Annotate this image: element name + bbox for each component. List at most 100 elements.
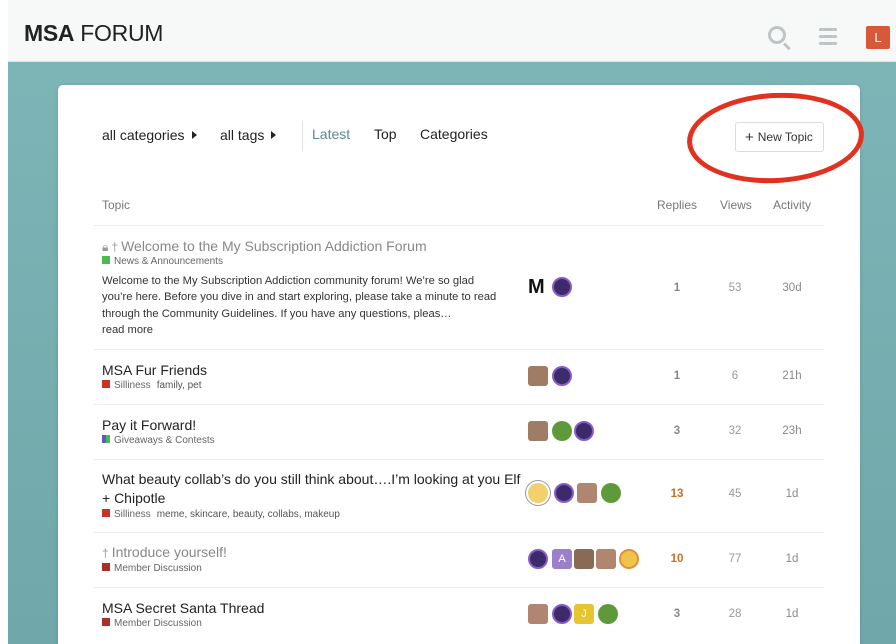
caret-right-icon xyxy=(191,131,197,139)
tab-latest[interactable]: Latest xyxy=(312,126,350,142)
user-avatar[interactable]: L xyxy=(866,26,890,49)
header-replies[interactable]: Replies xyxy=(657,198,697,212)
category-color-badge xyxy=(102,563,110,571)
topic-category[interactable]: Member Discussion xyxy=(102,618,202,629)
topic-tags[interactable]: meme, skincare, beauty, collabs, makeup xyxy=(157,509,340,520)
category-label: Silliness xyxy=(114,380,151,391)
avatar[interactable] xyxy=(574,421,594,441)
avatar[interactable] xyxy=(574,549,594,569)
category-label: News & Announcements xyxy=(114,256,223,267)
header-views[interactable]: Views xyxy=(720,198,752,212)
topic-category[interactable]: News & Announcements xyxy=(102,256,223,267)
pin-icon: † xyxy=(102,546,109,560)
logo-bold: MSA xyxy=(24,20,75,46)
avatar[interactable]: J xyxy=(574,604,594,624)
avatar[interactable] xyxy=(577,483,597,503)
tags-dropdown[interactable]: all tags xyxy=(220,127,277,143)
topic-category[interactable]: Silliness meme, skincare, beauty, collabs… xyxy=(102,509,340,520)
topic-tags[interactable]: family, pet xyxy=(157,380,202,391)
avatar[interactable] xyxy=(552,604,572,624)
avatar[interactable] xyxy=(552,366,572,386)
avatar[interactable] xyxy=(528,549,548,569)
category-color-badge xyxy=(102,380,110,388)
activity-time[interactable]: 30d xyxy=(772,282,812,294)
topic-title[interactable]: † Introduce yourself! xyxy=(102,543,522,563)
avatar[interactable] xyxy=(554,483,574,503)
avatar[interactable] xyxy=(598,604,618,624)
views-count: 45 xyxy=(728,488,742,500)
hamburger-menu-icon[interactable] xyxy=(819,28,837,49)
activity-time[interactable]: 1d xyxy=(772,553,812,565)
topic-title-text: Welcome to the My Subscription Addiction… xyxy=(121,238,427,254)
avatar[interactable] xyxy=(601,483,621,503)
activity-time[interactable]: 1d xyxy=(772,608,812,620)
categories-dropdown[interactable]: all categories xyxy=(102,127,197,143)
tab-top[interactable]: Top xyxy=(374,126,397,142)
topic-title[interactable]: What beauty collab’s do you still think … xyxy=(102,470,522,508)
divider xyxy=(94,349,824,350)
avatar[interactable] xyxy=(528,421,548,441)
topic-title-text: Introduce yourself! xyxy=(111,544,227,560)
avatar[interactable] xyxy=(619,549,639,569)
tags-dropdown-label: all tags xyxy=(220,127,265,143)
new-topic-button[interactable]: + New Topic xyxy=(735,122,824,152)
category-color-badge xyxy=(102,256,110,264)
avatar[interactable] xyxy=(528,604,548,624)
replies-count[interactable]: 1 xyxy=(657,370,697,382)
replies-count[interactable]: 10 xyxy=(657,553,697,565)
topic-title[interactable]: Pay it Forward! xyxy=(102,416,522,435)
category-color-badge xyxy=(102,509,110,517)
left-edge xyxy=(0,0,8,644)
divider xyxy=(94,587,824,588)
avatar[interactable] xyxy=(596,549,616,569)
divider xyxy=(94,532,824,533)
activity-time[interactable]: 23h xyxy=(772,425,812,437)
replies-count[interactable]: 1 xyxy=(657,282,697,294)
topic-excerpt: Welcome to the My Subscription Addiction… xyxy=(102,273,500,338)
category-label: Member Discussion xyxy=(114,618,202,629)
site-logo[interactable]: MSA FORUM xyxy=(24,20,163,47)
topic-list-card: all categories all tags Latest Top Categ… xyxy=(58,85,867,644)
topic-title[interactable]: 🔒︎ † Welcome to the My Subscription Addict… xyxy=(102,237,522,257)
tab-categories[interactable]: Categories xyxy=(420,126,488,142)
divider xyxy=(94,404,824,405)
topic-category[interactable]: Silliness family, pet xyxy=(102,380,202,391)
replies-count[interactable]: 3 xyxy=(657,425,697,437)
topic-title[interactable]: MSA Fur Friends xyxy=(102,361,522,380)
header-activity[interactable]: Activity xyxy=(773,198,811,212)
activity-time[interactable]: 21h xyxy=(772,370,812,382)
avatar[interactable] xyxy=(528,483,548,503)
divider xyxy=(94,225,824,226)
views-count: 32 xyxy=(728,425,742,437)
topic-category[interactable]: Giveaways & Contests xyxy=(102,435,215,446)
caret-right-icon xyxy=(271,131,277,139)
excerpt-text: Welcome to the My Subscription Addiction… xyxy=(102,275,497,320)
avatar[interactable] xyxy=(552,421,572,441)
replies-count[interactable]: 3 xyxy=(657,608,697,620)
topic-title[interactable]: MSA Secret Santa Thread xyxy=(102,599,522,618)
views-count: 53 xyxy=(728,282,742,294)
avatar[interactable]: M xyxy=(528,277,550,297)
activity-time[interactable]: 1d xyxy=(772,488,812,500)
avatar[interactable]: A xyxy=(552,549,572,569)
pin-icon: † xyxy=(111,240,119,254)
topic-category[interactable]: Member Discussion xyxy=(102,563,202,574)
read-more-link[interactable]: read more xyxy=(102,324,153,336)
divider xyxy=(94,459,824,460)
search-icon[interactable] xyxy=(768,26,786,44)
logo-light: FORUM xyxy=(74,20,164,46)
plus-icon: + xyxy=(745,129,754,146)
header-topic[interactable]: Topic xyxy=(102,198,130,212)
replies-count[interactable]: 13 xyxy=(657,488,697,500)
categories-dropdown-label: all categories xyxy=(102,127,185,143)
avatar[interactable] xyxy=(528,366,548,386)
views-count: 6 xyxy=(731,370,739,382)
new-topic-label: New Topic xyxy=(757,130,813,144)
category-color-badge xyxy=(102,618,110,626)
views-count: 77 xyxy=(728,553,742,565)
lock-icon: 🔒︎ xyxy=(102,240,109,254)
avatar[interactable] xyxy=(552,277,572,297)
category-label: Silliness xyxy=(114,509,151,520)
category-label: Member Discussion xyxy=(114,563,202,574)
category-label: Giveaways & Contests xyxy=(114,435,215,446)
